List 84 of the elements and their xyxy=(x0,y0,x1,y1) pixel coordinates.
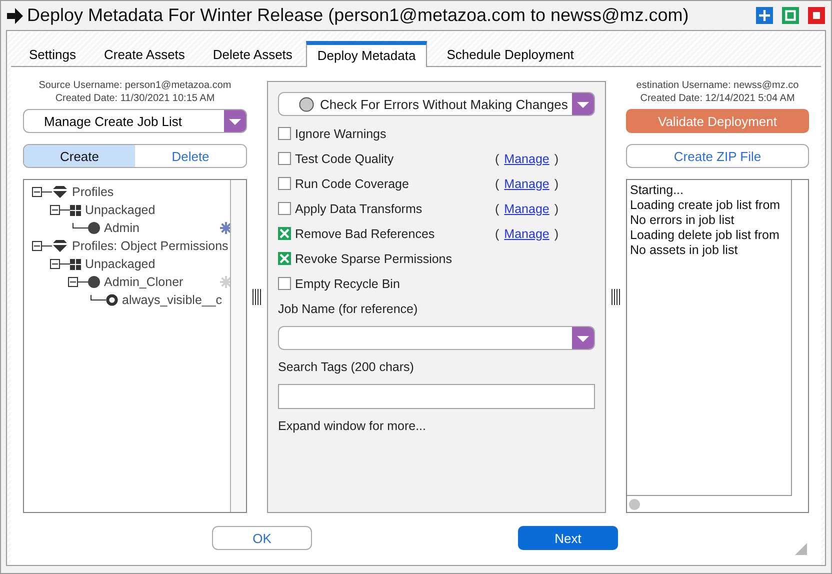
segment-button[interactable]: Create xyxy=(24,145,135,167)
checkbox[interactable] xyxy=(278,252,291,265)
resize-grip-icon[interactable] xyxy=(795,543,807,555)
log-line: Starting... xyxy=(630,183,684,198)
circle-icon xyxy=(88,276,100,288)
tree-item[interactable]: always_visible__c xyxy=(122,293,222,307)
job-name-field[interactable] xyxy=(278,326,595,350)
tab[interactable]: Settings xyxy=(15,41,90,66)
search-tags-field[interactable] xyxy=(278,384,595,409)
manage-link[interactable]: Manage xyxy=(504,152,550,166)
maximize-icon[interactable] xyxy=(782,7,799,24)
parenthesis: ( xyxy=(495,202,500,216)
created-date: Created Date: 11/30/2021 10:15 AM xyxy=(55,92,215,105)
ok-button[interactable]: OK xyxy=(212,526,312,550)
diamond-icon xyxy=(52,186,68,198)
tab[interactable]: Create Assets xyxy=(90,41,199,66)
tab[interactable]: Delete Assets xyxy=(198,41,306,66)
dropdown-caret-icon[interactable] xyxy=(224,110,246,132)
parenthesis: ) xyxy=(554,226,559,240)
diamond-icon xyxy=(52,240,68,252)
checkbox-label: Test Code Quality xyxy=(295,152,395,166)
collapse-icon[interactable] xyxy=(32,187,52,197)
source-username: Source Username: person1@metazoa.com xyxy=(38,79,232,92)
parenthesis: ( xyxy=(495,152,500,166)
collapse-icon[interactable] xyxy=(32,241,52,251)
job-list-dropdown[interactable]: Manage Create Job List xyxy=(23,109,247,133)
radio-circle-icon xyxy=(299,96,314,112)
checkbox-label: Apply Data Transforms xyxy=(295,202,424,216)
circle-icon xyxy=(88,222,100,234)
close-icon[interactable] xyxy=(808,7,825,24)
checkbox[interactable] xyxy=(278,202,291,215)
next-button[interactable]: Next xyxy=(518,526,618,550)
dropdown-caret-icon[interactable] xyxy=(572,327,594,349)
hint-text: Expand window for more... xyxy=(278,419,427,433)
destination-username: estination Username: newss@mz.co xyxy=(636,79,799,92)
create-zip-button[interactable]: Create ZIP File xyxy=(626,144,809,168)
field-label: Search Tags (200 chars) xyxy=(278,360,415,376)
tree-item[interactable]: Admin_Cloner xyxy=(104,275,184,289)
tree-item[interactable]: Unpackaged xyxy=(85,203,156,217)
arrow-right-icon xyxy=(7,8,23,24)
mode-dropdown[interactable]: Check For Errors Without Making Changes xyxy=(278,92,595,116)
collapse-icon[interactable] xyxy=(50,259,70,269)
tree-item[interactable]: Profiles: Object Permissions xyxy=(72,239,228,253)
splitter-grip-icon[interactable] xyxy=(611,289,621,305)
checkbox-label: Empty Recycle Bin xyxy=(295,276,401,290)
log-line: No assets in job list xyxy=(630,243,739,258)
field-label: Job Name (for reference) xyxy=(278,302,419,318)
manage-link[interactable]: Manage xyxy=(504,176,550,190)
checkbox[interactable] xyxy=(278,227,291,240)
created-date: Created Date: 12/14/2021 5:04 AM xyxy=(640,92,795,105)
grid-icon xyxy=(70,258,81,270)
checkbox-label: Run Code Coverage xyxy=(295,176,410,190)
parenthesis: ) xyxy=(554,176,559,190)
checkbox-label: Revoke Sparse Permissions xyxy=(295,252,454,266)
manage-link[interactable]: Manage xyxy=(504,226,550,240)
tab[interactable]: Schedule Deployment xyxy=(432,41,588,66)
add-icon[interactable] xyxy=(756,7,773,24)
parenthesis: ( xyxy=(495,176,500,190)
tree-item[interactable]: Admin xyxy=(104,221,140,235)
parenthesis: ( xyxy=(495,226,500,240)
manage-link[interactable]: Manage xyxy=(504,202,550,216)
tree-item[interactable]: Profiles xyxy=(72,185,114,199)
parenthesis: ) xyxy=(554,152,559,166)
checkbox[interactable] xyxy=(278,177,291,190)
parenthesis: ) xyxy=(554,202,559,216)
scroll-thumb-icon[interactable] xyxy=(629,498,640,510)
collapse-icon[interactable] xyxy=(50,205,70,215)
splitter-grip-icon[interactable] xyxy=(252,289,262,305)
collapse-icon[interactable] xyxy=(68,277,88,287)
checkbox-label: Ignore Warnings xyxy=(295,126,388,140)
grid-icon xyxy=(70,204,81,216)
scrollbar[interactable] xyxy=(230,180,246,512)
log-line: Loading create job list from xyxy=(630,198,782,213)
checkbox-label: Remove Bad References xyxy=(295,226,436,240)
dropdown-caret-icon[interactable] xyxy=(572,93,594,115)
checkbox[interactable] xyxy=(278,277,291,290)
log-line: No errors in job list xyxy=(630,213,736,228)
checkbox[interactable] xyxy=(278,127,291,140)
log-line: Loading delete job list from xyxy=(630,228,780,243)
window-title: Deploy Metadata For Winter Release (person1@metazoa.com to newss@mz.com) xyxy=(27,5,690,26)
ring-icon xyxy=(106,294,118,306)
tab[interactable]: Deploy Metadata xyxy=(306,41,427,67)
tree-item[interactable]: Unpackaged xyxy=(85,257,156,271)
checkbox[interactable] xyxy=(278,152,291,165)
